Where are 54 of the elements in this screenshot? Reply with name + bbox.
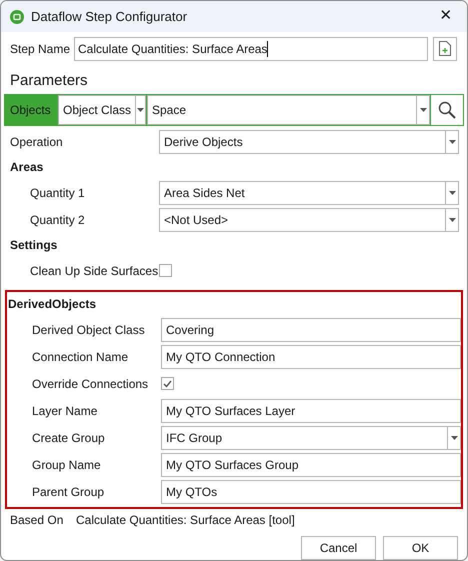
- search-button[interactable]: [431, 95, 463, 126]
- file-plus-icon: [439, 41, 451, 56]
- text-field[interactable]: My QTOs: [161, 480, 461, 504]
- field-label: Parent Group: [31, 484, 106, 501]
- text-field[interactable]: My QTO Surfaces Group: [161, 452, 461, 477]
- dialog-button[interactable]: Cancel: [301, 536, 376, 560]
- dropdown[interactable]: Derive Objects: [159, 130, 459, 154]
- dropdown[interactable]: Area Sides Net: [159, 180, 459, 205]
- dropdown[interactable]: Object Class: [58, 95, 146, 126]
- field-label: Derived Object Class: [31, 322, 146, 339]
- caret-icon: [137, 108, 144, 112]
- text-field[interactable]: My QTO Connection: [161, 344, 461, 369]
- dropdown-value: Derive Objects: [163, 134, 244, 151]
- field-label: Override Connections: [31, 376, 150, 393]
- caret-icon: [448, 190, 456, 195]
- parameters-heading: Parameters: [9, 71, 89, 92]
- step-name-field[interactable]: Calculate Quantities: Surface Areas: [74, 36, 428, 61]
- field-label: Quantity 2: [29, 212, 86, 229]
- objects-label: Objects: [9, 102, 52, 120]
- dialog-button[interactable]: OK: [383, 536, 458, 560]
- dropdown-value: IFC Group: [165, 430, 224, 447]
- dropdown[interactable]: IFC Group: [161, 426, 461, 450]
- dropdown-value: Area Sides Net: [163, 184, 246, 202]
- section-heading: Areas: [9, 159, 44, 176]
- text-field[interactable]: My QTO Surfaces Layer: [161, 398, 461, 423]
- based-on-label: Based On: [10, 512, 64, 529]
- section-heading: Settings: [9, 237, 58, 254]
- checkbox[interactable]: [161, 377, 174, 390]
- new-file-button[interactable]: [433, 36, 457, 61]
- field-label: Connection Name: [31, 348, 130, 366]
- section-heading: DerivedObjects: [7, 296, 98, 314]
- caret-icon: [420, 108, 426, 112]
- based-on-value: Calculate Quantities: Surface Areas [tool]: [76, 512, 295, 529]
- field-label: Step Name: [10, 40, 72, 58]
- dropdown[interactable]: Space: [147, 95, 430, 126]
- field-label: Clean Up Side Surfaces: [29, 262, 159, 280]
- dropdown[interactable]: <Not Used>: [159, 208, 459, 232]
- field-label: Create Group: [31, 430, 106, 447]
- dropdown-value: Space: [151, 102, 188, 120]
- dropdown-value: Object Class: [62, 102, 132, 120]
- checkbox[interactable]: [159, 264, 172, 278]
- close-button[interactable]: ✕: [434, 5, 458, 28]
- window-title: Dataflow Step Configurator: [31, 8, 188, 26]
- text-field[interactable]: Covering: [161, 318, 461, 342]
- field-label: Group Name: [31, 456, 102, 474]
- app-icon: [10, 10, 24, 24]
- search-icon: [438, 101, 456, 120]
- field-label: Operation: [9, 134, 64, 151]
- caret-icon: [450, 436, 458, 440]
- caret-icon: [448, 140, 456, 144]
- caret-icon: [448, 218, 456, 222]
- field-label: Layer Name: [31, 402, 98, 420]
- dropdown-value: <Not Used>: [163, 212, 230, 229]
- field-label: Quantity 1: [29, 184, 86, 202]
